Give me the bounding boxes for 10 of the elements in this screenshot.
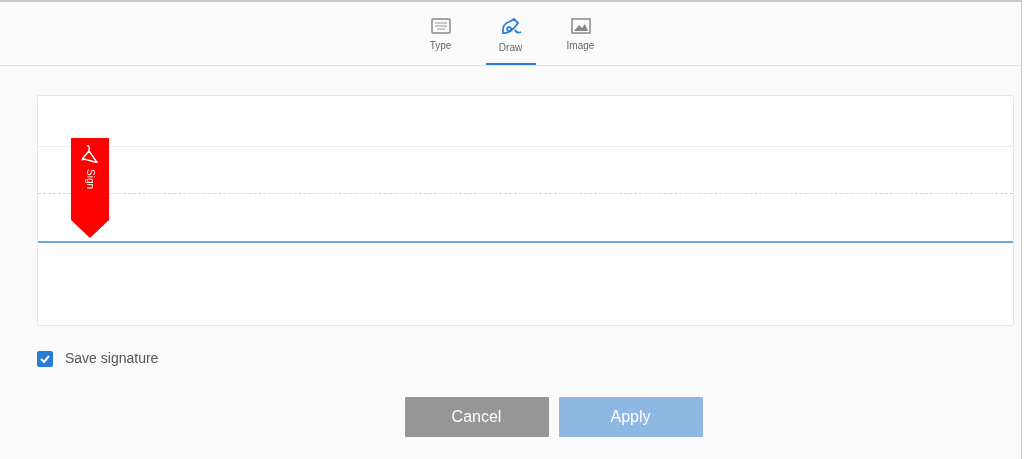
tab[interactable]: Type xyxy=(415,18,466,65)
tab[interactable]: Image xyxy=(555,18,606,65)
tab[interactable]: Draw xyxy=(485,18,536,65)
checkbox-label: Save signature xyxy=(65,349,159,368)
sign-label: Sign xyxy=(85,169,95,189)
image-icon xyxy=(570,18,591,34)
keyboard-icon xyxy=(430,18,451,34)
pen-icon xyxy=(499,18,522,36)
signature-pad[interactable]: Sign xyxy=(37,95,1014,326)
checkbox[interactable] xyxy=(37,350,53,367)
